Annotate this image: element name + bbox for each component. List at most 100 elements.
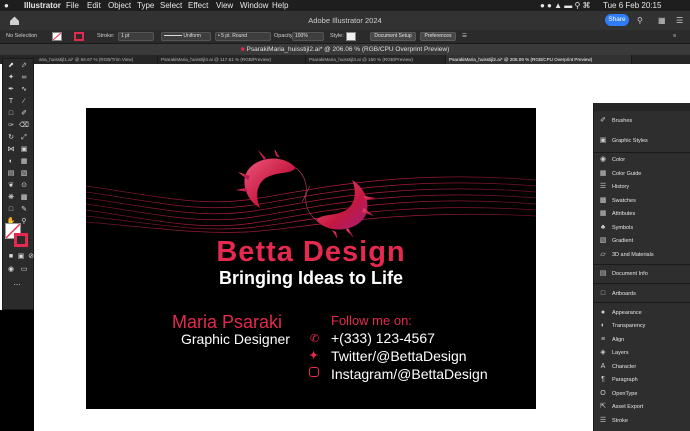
slice-tool-icon[interactable]: ✎ [19, 205, 29, 215]
graphic-style-swatch[interactable] [346, 32, 356, 41]
panel-asset-export[interactable]: ⇱ Asset Export [594, 401, 690, 413]
panel-label: 3D and Materials [612, 252, 654, 258]
arrange-icon[interactable]: ☰ [676, 16, 683, 25]
panel-paragraph[interactable]: ¶ Paragraph [594, 374, 690, 386]
magic-wand-icon[interactable]: ✦ [6, 73, 16, 83]
menu-help[interactable]: Help [272, 0, 288, 11]
panel-artboards[interactable]: □ Artboards [594, 288, 690, 300]
eraser-icon[interactable]: ⌫ [19, 121, 29, 131]
workspace-switcher-icon[interactable]: ▦ [658, 16, 666, 25]
stroke-swatch[interactable] [74, 32, 84, 41]
stroke-weight-field[interactable]: 1 pt [118, 32, 154, 41]
panel-history[interactable]: ☰ History [594, 181, 690, 193]
panel-stroke[interactable]: ☰ Stroke [594, 415, 690, 427]
selection-tool-icon[interactable]: ⬈ [6, 61, 16, 71]
apple-icon[interactable]: ● [4, 0, 9, 11]
panel-label: Document Info [612, 271, 648, 277]
menu-app-name[interactable]: Illustrator [24, 0, 61, 11]
panel-label: Swatches [612, 198, 636, 204]
width-tool-icon[interactable]: ⋈ [6, 145, 16, 155]
panel-align[interactable]: ≡ Align [594, 334, 690, 346]
menu-select[interactable]: Select [160, 0, 182, 11]
menu-view[interactable]: View [216, 0, 233, 11]
menu-edit[interactable]: Edit [87, 0, 101, 11]
screen-mode-icon[interactable]: ▭ [19, 265, 29, 275]
search-icon[interactable]: ⚲ [637, 16, 643, 25]
shape-builder-icon[interactable]: ◐ [6, 157, 16, 167]
menu-window[interactable]: Window [240, 0, 268, 11]
menu-object[interactable]: Object [108, 0, 131, 11]
pen-tool-icon[interactable]: ✒ [6, 85, 16, 95]
panel-menu-icon[interactable]: ≡ [673, 30, 676, 43]
lasso-icon[interactable]: ∞ [19, 73, 29, 83]
panel-transparency[interactable]: ◐ Transparency [594, 320, 690, 332]
share-button[interactable]: Share [605, 14, 629, 26]
gradient-tool-icon[interactable]: ▧ [19, 169, 29, 179]
tab-huisstijl2-active[interactable]: PsarakiMaria_huisstijl2.ai* @ 206.06 % (… [446, 55, 632, 64]
column-graph-icon[interactable]: ▩ [19, 193, 29, 203]
panel-dock-header[interactable] [594, 103, 690, 111]
menu-type[interactable]: Type [137, 0, 154, 11]
menu-effect[interactable]: Effect [188, 0, 208, 11]
edit-toolbar-icon[interactable]: ⋯ [12, 281, 22, 291]
document-setup-button[interactable]: Document Setup [370, 32, 416, 41]
history-icon: ☰ [599, 183, 607, 190]
panel-opentype[interactable]: O OpenType [594, 388, 690, 400]
type-tool-icon[interactable]: T [6, 97, 16, 107]
artboard-tool-icon[interactable]: □ [6, 205, 16, 215]
paintbrush-icon[interactable]: ✐ [19, 109, 29, 119]
shaper-tool-icon[interactable]: ✑ [6, 121, 16, 131]
variable-width-profile[interactable]: Uniform [161, 32, 211, 41]
panel-graphic-styles[interactable]: ▣ Graphic Styles [594, 135, 690, 147]
none-mode-icon[interactable]: ⊘ [26, 252, 36, 262]
gradient-mode-icon[interactable]: ▣ [16, 252, 26, 262]
rectangle-tool-icon[interactable]: □ [6, 109, 16, 119]
eyedropper-icon[interactable]: ❦ [6, 181, 16, 191]
follow-label: Follow me on: [331, 313, 412, 328]
panel-brushes[interactable]: ✐ Brushes [594, 115, 690, 127]
tab-huisstijl4[interactable]: PsarakiMaria_huisstijl4.ai @ 117.61 % (R… [158, 55, 306, 64]
scale-tool-icon[interactable]: ⤢ [19, 133, 29, 143]
contact-phone: +(333) 123-4567 [331, 330, 435, 346]
curvature-tool-icon[interactable]: ∿ [19, 85, 29, 95]
asset-export-icon: ⇱ [600, 403, 606, 410]
panel-layers[interactable]: ◈ Layers [594, 347, 690, 359]
business-card-artboard[interactable]: Betta Design Bringing Ideas to Life Mari… [86, 108, 536, 409]
panel-dock: ✐ Brushes ▣ Graphic Styles ◉ Color ▦ Color G… [593, 103, 690, 431]
color-mode-icon[interactable]: ■ [6, 252, 16, 262]
stroke-color-box[interactable] [14, 233, 28, 247]
line-tool-icon[interactable]: ∕ [19, 97, 29, 107]
app-title: Adobe Illustrator 2024 [308, 16, 382, 25]
panel-3d-materials[interactable]: ▱ 3D and Materials [594, 249, 690, 261]
panel-attributes[interactable]: ▦ Attributes [594, 208, 690, 220]
panel-swatches[interactable]: ▩ Swatches [594, 195, 690, 207]
tab-huisstijl1[interactable]: aria_huisstijl1.ai* @ 66.67 % (RGB/Trim … [36, 55, 158, 64]
blend-tool-icon[interactable]: ⊙ [19, 181, 29, 191]
align-icon[interactable]: ☰ [462, 30, 467, 43]
perspective-grid-icon[interactable]: ▦ [19, 157, 29, 167]
preferences-button[interactable]: Preferences [420, 32, 456, 41]
tab-label: PsarakiMaria_huisstijl4.ai @ 117.61 % (R… [161, 57, 272, 62]
panel-document-info[interactable]: ▤ Document Info [594, 268, 690, 280]
draw-normal-icon[interactable]: ◉ [6, 265, 16, 275]
direct-selection-tool-icon[interactable]: ⬀ [19, 61, 29, 71]
free-transform-icon[interactable]: ▣ [19, 145, 29, 155]
brush-definition[interactable]: • 5 pt. Round [215, 32, 271, 41]
brand-tagline: Bringing Ideas to Life [218, 268, 403, 288]
opacity-field[interactable]: 100% [292, 32, 324, 41]
symbol-sprayer-icon[interactable]: ❋ [6, 193, 16, 203]
panel-character[interactable]: A Character [594, 361, 690, 373]
rotate-tool-icon[interactable]: ↻ [6, 133, 16, 143]
panel-color-guide[interactable]: ▦ Color Guide [594, 168, 690, 180]
panel-symbols[interactable]: ♣ Symbols [594, 222, 690, 234]
symbols-icon: ♣ [600, 224, 606, 231]
menu-file[interactable]: File [66, 0, 79, 11]
tab-huisstijl3[interactable]: PsarakiMaria_huisstijl3.ai @ 150 % (RGB/… [306, 55, 446, 64]
panel-appearance[interactable]: ● Appearance [594, 307, 690, 319]
panel-gradient[interactable]: ▧ Gradient [594, 235, 690, 247]
phone-icon: ✆ [310, 333, 320, 345]
fill-swatch[interactable] [52, 32, 62, 41]
clock: Tue 6 Feb 20:15 [603, 1, 662, 10]
mesh-tool-icon[interactable]: ▤ [6, 169, 16, 179]
panel-color[interactable]: ◉ Color [594, 154, 690, 166]
